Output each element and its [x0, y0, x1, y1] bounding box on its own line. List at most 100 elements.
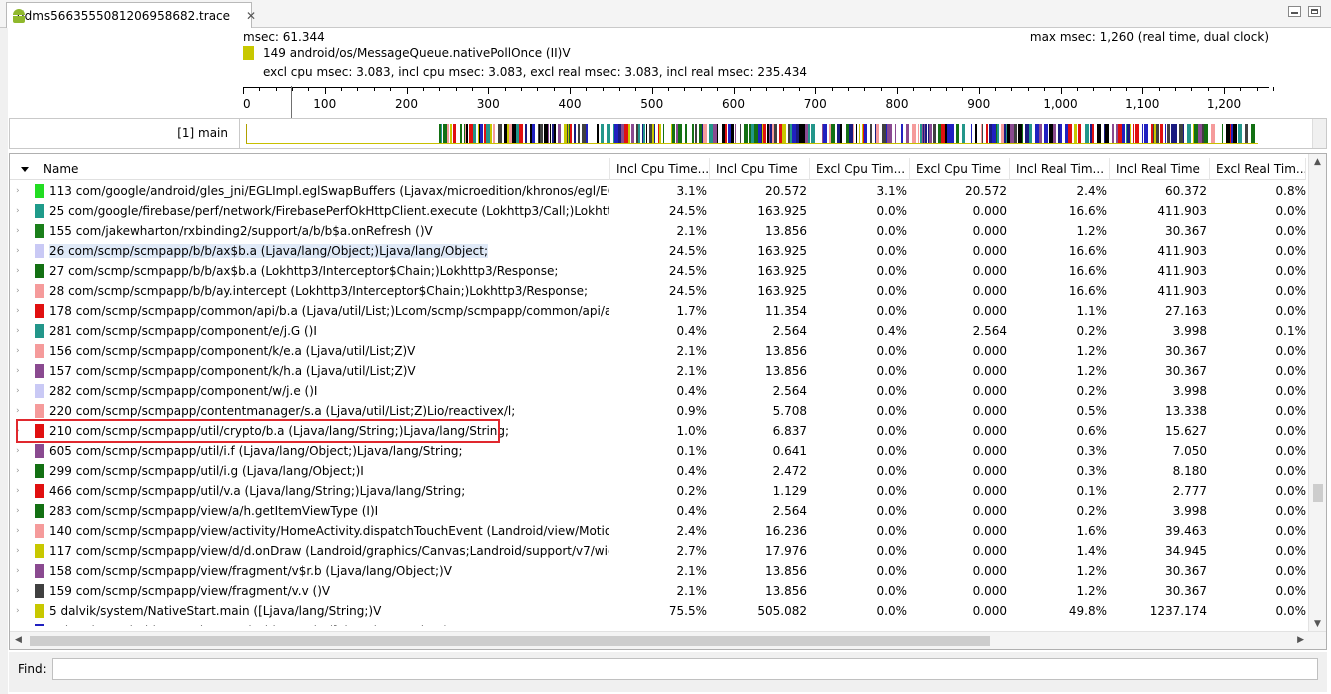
timeline-segment	[591, 124, 594, 143]
metric-cell: 0.1%	[1076, 484, 1108, 498]
horizontal-scrollbar[interactable]: ◀ ▶	[10, 631, 1326, 649]
expand-chevron-icon[interactable]: ›	[16, 481, 20, 501]
expand-chevron-icon[interactable]: ›	[16, 301, 20, 321]
timeline-segment	[628, 124, 630, 143]
method-color-swatch	[35, 404, 44, 418]
expand-chevron-icon[interactable]: ›	[16, 521, 20, 541]
table-row[interactable]: › 157 com/scmp/scmpapp/component/k/h.a (L…	[10, 361, 1306, 381]
metric-cell: 1.1%	[1076, 304, 1108, 318]
column-header-incl-cpu-time[interactable]: Incl Cpu Time	[710, 158, 810, 180]
ruler-tick	[651, 87, 653, 94]
timeline-segment	[570, 124, 572, 143]
column-header-name[interactable]: Name	[10, 158, 610, 180]
metric-cell: 2.4%	[1076, 184, 1108, 198]
metric-cell: 0.0%	[1275, 264, 1307, 278]
expand-chevron-icon[interactable]: ›	[16, 341, 20, 361]
column-header-excl-cpu-time[interactable]: Excl Cpu Time	[910, 158, 1010, 180]
expand-chevron-icon[interactable]: ›	[16, 201, 20, 221]
table-row[interactable]: › 25 com/google/firebase/perf/network/Fir…	[10, 201, 1306, 221]
table-row[interactable]: › 466 com/scmp/scmpapp/util/v.a (Ljava/la…	[10, 481, 1306, 501]
table-row[interactable]: › 28 com/scmp/scmpapp/b/b/ay.intercept (L…	[10, 281, 1306, 301]
expand-chevron-icon[interactable]: ›	[16, 381, 20, 401]
metric-cell: 3.998	[1172, 384, 1207, 398]
timeline-segment	[601, 124, 604, 143]
expand-chevron-icon[interactable]: ›	[16, 561, 20, 581]
scroll-down-icon[interactable]: ▼	[1314, 619, 1321, 629]
table-row[interactable]: › 26 com/scmp/scmpapp/b/b/ax$b.a (Ljava/l…	[10, 241, 1306, 261]
expand-chevron-icon[interactable]: ›	[16, 281, 20, 301]
expand-chevron-icon[interactable]: ›	[16, 261, 20, 281]
ruler-tick	[798, 87, 800, 91]
metric-cell: 411.903	[1157, 204, 1207, 218]
table-row[interactable]: › 156 com/scmp/scmpapp/component/k/e.a (L…	[10, 341, 1306, 361]
timeline-segment	[950, 124, 954, 143]
table-row[interactable]: › 158 com/scmp/scmpapp/view/fragment/v$r.…	[10, 561, 1306, 581]
metric-cell: 0.0%	[876, 444, 908, 458]
table-row[interactable]: › 605 com/scmp/scmpapp/util/i.f (Ljava/la…	[10, 441, 1306, 461]
maximize-button[interactable]	[1308, 6, 1321, 17]
metric-cell: 0.4%	[676, 464, 708, 478]
method-color-swatch	[35, 484, 44, 498]
metric-cell: 0.1%	[1275, 324, 1307, 338]
column-header-incl-real-time[interactable]: Incl Real Time	[1110, 158, 1210, 180]
ruler-tick	[537, 87, 539, 91]
horizontal-scroll-thumb[interactable]	[30, 636, 990, 646]
table-row[interactable]: › 155 com/jakewharton/rxbinding2/support/…	[10, 221, 1306, 241]
minimize-button[interactable]	[1288, 6, 1301, 17]
expand-chevron-icon[interactable]: ›	[16, 361, 20, 381]
metric-cell: 1.129	[772, 484, 807, 498]
column-header-excl-cpu-pct[interactable]: Excl Cpu Tim...	[810, 158, 910, 180]
expand-chevron-icon[interactable]: ›	[16, 441, 20, 461]
ruler-tick	[897, 87, 898, 94]
expand-chevron-icon[interactable]: ›	[16, 321, 20, 341]
metric-cell: 16.236	[765, 524, 807, 538]
timeline-segment	[1144, 124, 1148, 143]
trace-tab[interactable]: ddms5663555081206958682.trace ✕	[6, 2, 256, 28]
table-row[interactable]: › 117 com/scmp/scmpapp/view/d/d.onDraw (L…	[10, 541, 1306, 561]
metric-cell: 0.000	[972, 544, 1007, 558]
table-row[interactable]: › 113 com/google/android/gles_jni/EGLImpl…	[10, 181, 1306, 201]
expand-chevron-icon[interactable]: ›	[16, 461, 20, 481]
column-header-excl-real-pct[interactable]: Excl Real Tim...	[1210, 158, 1306, 180]
metric-cell: 0.0%	[876, 604, 908, 618]
thread-label[interactable]: [1] main	[10, 126, 228, 140]
find-input[interactable]	[52, 658, 1318, 680]
scroll-up-icon[interactable]: ▲	[1314, 157, 1321, 167]
timeline-scrollbar[interactable]	[1312, 119, 1326, 148]
expand-chevron-icon[interactable]: ›	[16, 601, 20, 621]
expand-chevron-icon[interactable]: ›	[16, 221, 20, 241]
expand-chevron-icon[interactable]: ›	[16, 181, 20, 201]
table-row[interactable]: › 5 dalvik/system/NativeStart.main ([Ljav…	[10, 601, 1306, 621]
scroll-left-icon[interactable]: ◀	[15, 635, 22, 645]
metric-cell: 0.0%	[1275, 204, 1307, 218]
table-row[interactable]: › 283 com/scmp/scmpapp/view/a/h.getItemVi…	[10, 501, 1306, 521]
column-header-incl-real-pct[interactable]: Incl Real Tim...	[1010, 158, 1110, 180]
expand-chevron-icon[interactable]: ›	[16, 621, 20, 626]
metric-cell: 13.338	[1165, 404, 1207, 418]
table-row[interactable]: › 282 com/scmp/scmpapp/component/w/j.e ()…	[10, 381, 1306, 401]
expand-chevron-icon[interactable]: ›	[16, 581, 20, 601]
vertical-scrollbar[interactable]: ▲ ▼	[1308, 154, 1326, 632]
expand-chevron-icon[interactable]: ›	[16, 541, 20, 561]
table-row[interactable]: › 220 com/scmp/scmpapp/contentmanager/s.a…	[10, 401, 1306, 421]
table-row[interactable]: › 178 com/scmp/scmpapp/common/api/b.a (Lj…	[10, 301, 1306, 321]
table-row[interactable]: › 159 com/scmp/scmpapp/view/fragment/v.v …	[10, 581, 1306, 601]
ruler-tick	[1224, 87, 1225, 94]
close-icon[interactable]: ✕	[246, 9, 256, 23]
column-header-incl-cpu-pct[interactable]: Incl Cpu Time...	[610, 158, 710, 180]
table-row[interactable]: › 27 com/scmp/scmpapp/b/b/ax$b.a (Lokhttp…	[10, 261, 1306, 281]
table-row[interactable]: › 6 de/robv/android/xposed/XposedBridge.m…	[10, 621, 1306, 626]
timeline-track[interactable]	[246, 124, 1258, 144]
expand-chevron-icon[interactable]: ›	[16, 241, 20, 261]
table-row[interactable]: › 281 com/scmp/scmpapp/component/e/j.G ()…	[10, 321, 1306, 341]
table-row[interactable]: › 299 com/scmp/scmpapp/util/i.g (Ljava/la…	[10, 461, 1306, 481]
ruler-tick	[619, 87, 621, 91]
vertical-scroll-thumb[interactable]	[1313, 484, 1323, 502]
expand-chevron-icon[interactable]: ›	[16, 401, 20, 421]
expand-chevron-icon[interactable]: ›	[16, 501, 20, 521]
table-row[interactable]: › 140 com/scmp/scmpapp/view/activity/Home…	[10, 521, 1306, 541]
time-ruler[interactable]: 0 100 200 300 400 500 600 700 800 900 1,000 1,100 1,…	[243, 84, 1275, 116]
timeline-segment	[1044, 124, 1048, 143]
timeline-segment	[1204, 124, 1208, 143]
scroll-right-icon[interactable]: ▶	[1297, 635, 1304, 645]
